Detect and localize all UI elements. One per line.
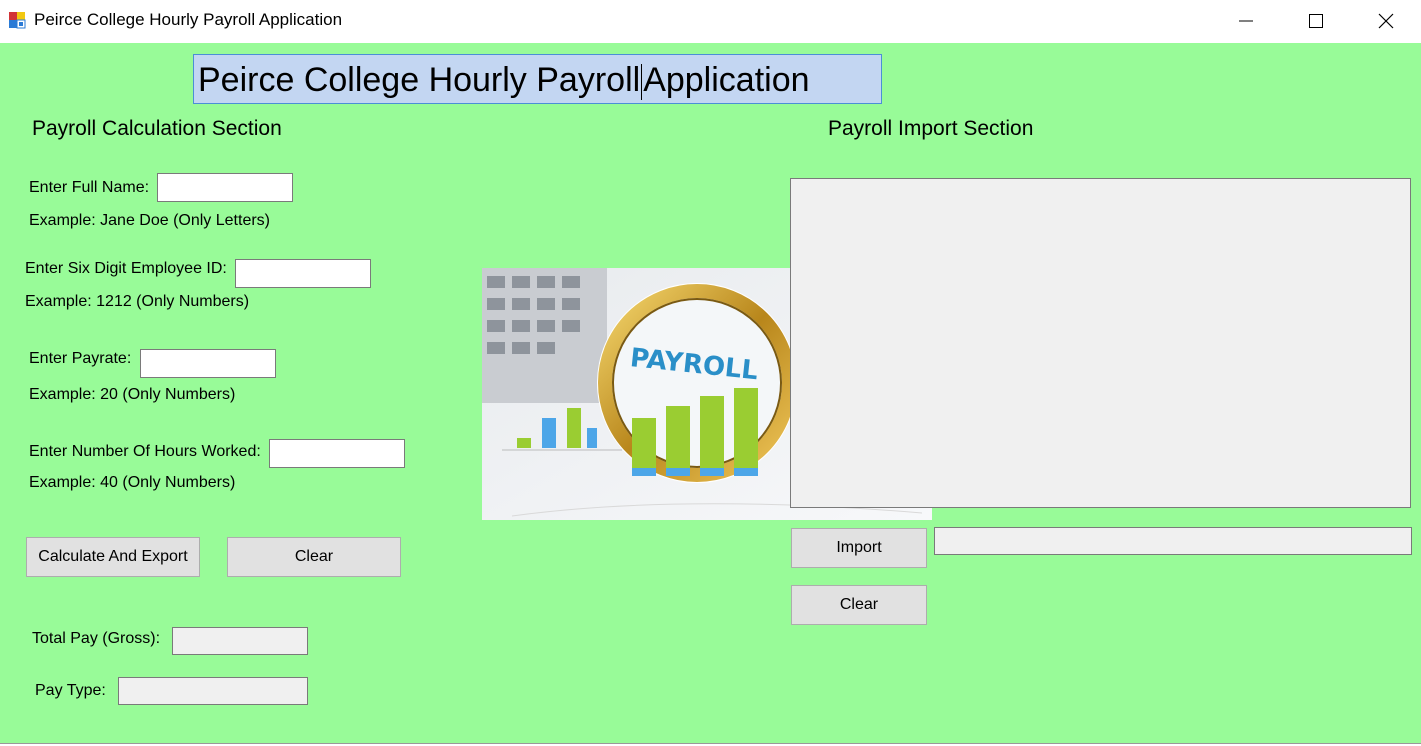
pay-type-label: Pay Type: [35, 682, 106, 699]
payrate-hint: Example: 20 (Only Numbers) [29, 386, 236, 403]
hours-hint: Example: 40 (Only Numbers) [29, 474, 236, 491]
form-client-area: Peirce College Hourly PayrollApplication… [0, 43, 1421, 743]
maximize-icon [1309, 14, 1323, 28]
payrate-label: Enter Payrate: [29, 350, 132, 367]
app-title-text-part2: Application [643, 61, 810, 99]
maximize-button[interactable] [1293, 0, 1339, 42]
full-name-hint: Example: Jane Doe (Only Letters) [29, 212, 270, 229]
payrate-input[interactable] [140, 349, 276, 378]
hours-input[interactable] [269, 439, 405, 468]
pay-type-output [118, 677, 308, 705]
import-section-title: Payroll Import Section [828, 117, 1034, 140]
minimize-button[interactable] [1223, 0, 1269, 42]
import-file-path-output [934, 527, 1412, 555]
minimize-icon [1239, 20, 1253, 22]
app-icon [9, 12, 26, 29]
window-title: Peirce College Hourly Payroll Applicatio… [34, 10, 343, 29]
full-name-label: Enter Full Name: [29, 179, 150, 196]
employee-id-hint: Example: 1212 (Only Numbers) [25, 293, 250, 310]
total-pay-label: Total Pay (Gross): [32, 630, 161, 647]
calculate-export-button[interactable]: Calculate And Export [26, 537, 200, 577]
app-title-text-part1: Peirce College Hourly Payroll [198, 61, 641, 99]
app-title-textbox[interactable]: Peirce College Hourly PayrollApplication [193, 54, 882, 104]
full-name-input[interactable] [157, 173, 293, 202]
import-results-listbox[interactable] [790, 178, 1411, 508]
close-button[interactable] [1363, 0, 1409, 42]
total-pay-output [172, 627, 308, 655]
employee-id-label: Enter Six Digit Employee ID: [25, 260, 227, 277]
employee-id-input[interactable] [235, 259, 371, 288]
calculation-clear-button[interactable]: Clear [227, 537, 401, 577]
import-clear-button[interactable]: Clear [791, 585, 927, 625]
hours-label: Enter Number Of Hours Worked: [29, 443, 261, 460]
calculation-section-title: Payroll Calculation Section [32, 117, 282, 140]
import-button[interactable]: Import [791, 528, 927, 568]
close-icon [1378, 13, 1394, 29]
window-titlebar[interactable]: Peirce College Hourly Payroll Applicatio… [0, 0, 1421, 42]
